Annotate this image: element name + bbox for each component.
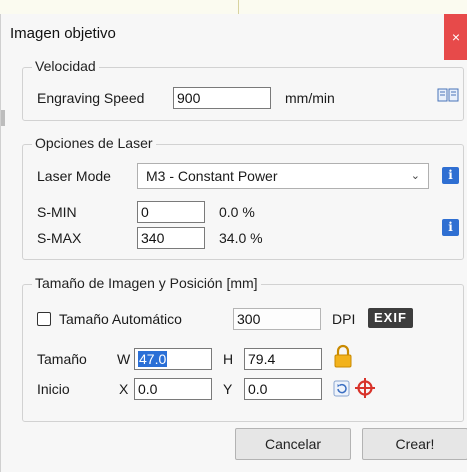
start-label: Inicio (37, 381, 70, 397)
laser-options-group: Opciones de Laser Laser Mode M3 - Consta… (22, 135, 464, 260)
background-window-strip (0, 0, 467, 14)
reset-position-icon[interactable] (333, 380, 350, 397)
dpi-label: DPI (332, 311, 356, 327)
laser-mode-label: Laser Mode (37, 168, 111, 184)
exif-button[interactable]: EXIF (368, 308, 413, 328)
power-info-icon[interactable]: i (442, 219, 459, 236)
dpi-input[interactable]: 300 (233, 308, 321, 330)
s-max-label: S-MAX (37, 230, 82, 246)
height-input[interactable]: 79.4 (244, 348, 322, 370)
x-label: X (119, 381, 129, 397)
engraving-speed-input[interactable]: 900 (173, 87, 271, 109)
width-input[interactable]: 47.0 (134, 348, 212, 370)
close-button[interactable]: × (444, 14, 467, 60)
window-edge-marker (1, 110, 5, 126)
image-size-legend: Tamaño de Imagen y Posición [mm] (32, 275, 261, 291)
y-label: Y (223, 381, 233, 397)
height-label: H (223, 351, 234, 367)
x-input[interactable]: 0.0 (134, 378, 212, 400)
auto-size-checkbox[interactable] (37, 312, 51, 326)
background-divider (238, 0, 239, 14)
dialog-window: Imagen objetivo × Velocidad Engraving Sp… (0, 14, 467, 472)
width-value-selected: 47.0 (138, 351, 168, 367)
s-max-input[interactable]: 340 (137, 227, 205, 249)
velocidad-group: Velocidad Engraving Speed 900 mm/min (22, 58, 464, 121)
speed-unit-label: mm/min (285, 90, 335, 106)
width-label: W (117, 351, 131, 367)
laser-mode-select[interactable]: M3 - Constant Power ⌄ (137, 163, 429, 189)
image-size-position-group: Tamaño de Imagen y Posición [mm] Tamaño … (22, 275, 464, 422)
velocidad-legend: Velocidad (32, 58, 99, 74)
s-max-percent: 34.0 % (219, 230, 263, 246)
crosshair-target-icon[interactable] (354, 377, 376, 399)
laser-mode-info-icon[interactable]: i (442, 167, 459, 184)
laser-mode-value: M3 - Constant Power (146, 168, 278, 184)
y-input[interactable]: 0.0 (244, 378, 322, 400)
s-min-label: S-MIN (37, 204, 77, 220)
size-label: Tamaño (37, 351, 87, 367)
window-title: Imagen objetivo (10, 25, 116, 42)
s-min-percent: 0.0 % (219, 204, 255, 220)
auto-size-label[interactable]: Tamaño Automático (59, 311, 182, 327)
create-button[interactable]: Crear! (362, 428, 467, 460)
s-min-input[interactable]: 0 (137, 201, 205, 223)
cancel-button[interactable]: Cancelar (235, 428, 351, 460)
laser-options-legend: Opciones de Laser (32, 135, 156, 151)
book-icon[interactable] (437, 87, 459, 103)
engraving-speed-label: Engraving Speed (37, 90, 145, 106)
lock-icon[interactable] (333, 344, 353, 368)
chevron-down-icon: ⌄ (410, 170, 420, 182)
